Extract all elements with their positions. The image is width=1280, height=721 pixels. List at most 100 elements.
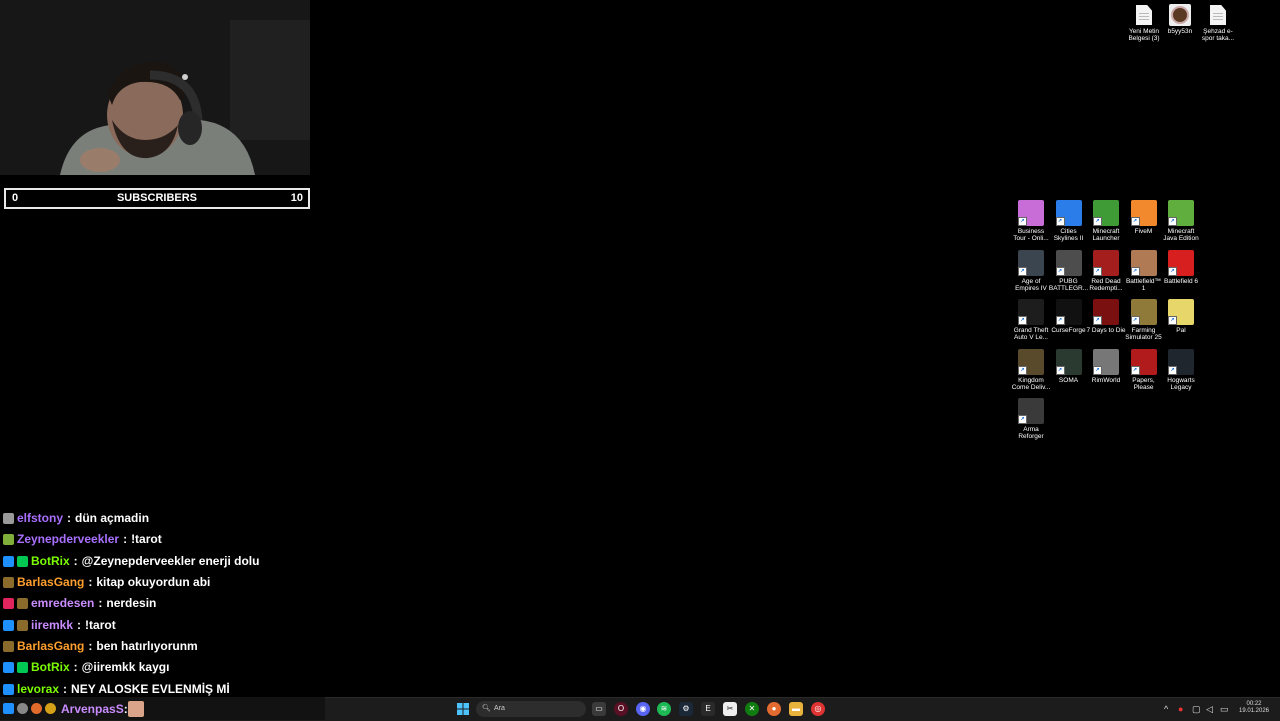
desktop-app-pal[interactable]: ↗ Pal (1161, 299, 1201, 334)
desktop-app-seven-days[interactable]: ↗ 7 Days to Die (1086, 299, 1126, 334)
epic-games-icon[interactable]: E (701, 702, 715, 716)
recording-app-icon[interactable]: ◎ (811, 702, 825, 716)
shortcut-arrow-icon: ↗ (1093, 316, 1102, 325)
desktop-file-label: Yeni Metin Belgesi (3) (1128, 28, 1160, 42)
desktop-app-rimworld[interactable]: ↗ RimWorld (1086, 348, 1126, 384)
desktop-app-age-of-empires[interactable]: ↗ Age of Empires IV (1011, 249, 1051, 292)
chat-text: @iiremkk kaygı (81, 660, 170, 675)
desktop-app-label: Cities Skylines II (1053, 228, 1084, 242)
chat-separator: : (67, 511, 72, 526)
chat-separator: : (98, 596, 103, 611)
chat-overlay: elfstony: dün açmadin Zeynepderveekler: !ta… (0, 508, 420, 700)
image-file-icon (1169, 4, 1191, 26)
minecraft-launcher-icon: ↗ (1093, 200, 1119, 226)
volume-icon[interactable]: ◁ (1206, 703, 1213, 715)
battlefield-6-icon: ↗ (1168, 249, 1194, 276)
desktop-app-hogwarts-legacy[interactable]: ↗ Hogwarts Legacy (1161, 348, 1201, 391)
task-view-icon[interactable]: ▭ (592, 702, 606, 716)
desktop-app-fivem[interactable]: ↗ FiveM (1124, 200, 1164, 235)
desktop-file-b5yy53n[interactable]: b5yy53n (1160, 4, 1200, 35)
chat-username: iiremkk (31, 617, 74, 632)
desktop-app-label: Battlefield 6 (1164, 277, 1198, 285)
desktop-app-cities-skylines[interactable]: ↗ Cities Skylines II (1049, 200, 1089, 242)
shortcut-arrow-icon: ↗ (1168, 365, 1177, 375)
age-of-empires-icon: ↗ (1018, 249, 1044, 276)
emote-icon (127, 700, 144, 717)
desktop-app-minecraft-java[interactable]: ↗ Minecraft Java Edition (1161, 200, 1201, 242)
minecraft-java-icon: ↗ (1168, 200, 1194, 226)
desktop-app-label: Business Tour - Onli... (1013, 228, 1049, 242)
chat-badge-icon (3, 662, 14, 674)
desktop-app-gta-v[interactable]: ↗ Grand Theft Auto V Le... (1011, 299, 1051, 341)
shortcut-arrow-icon: ↗ (1055, 365, 1065, 375)
discord-icon[interactable]: ◉ (636, 702, 650, 716)
shortcut-arrow-icon: ↗ (1130, 266, 1140, 276)
shortcut-arrow-icon: ↗ (1093, 365, 1102, 375)
chat-message: elfstony: dün açmadin (0, 508, 420, 529)
file-explorer-icon[interactable]: ▬ (789, 702, 803, 716)
desktop-app-label: Kingdom Come Deliv... (1011, 376, 1051, 391)
shortcut-arrow-icon: ↗ (1018, 316, 1027, 325)
shortcut-arrow-icon: ↗ (1130, 316, 1140, 325)
desktop-app-label: Papers, Please (1132, 376, 1155, 391)
chat-username: elfstony (17, 511, 64, 526)
desktop-app-kingdom-come[interactable]: ↗ Kingdom Come Deliv... (1011, 348, 1051, 391)
xbox-icon[interactable]: ✕ (745, 702, 759, 716)
battery-icon[interactable]: ▭ (1220, 703, 1229, 715)
arma-reforger-icon: ↗ (1018, 398, 1044, 424)
desktop-app-battlefield-6[interactable]: ↗ Battlefield 6 (1161, 249, 1201, 285)
spotify-icon[interactable]: ≋ (657, 702, 671, 716)
fivem-icon: ↗ (1130, 200, 1157, 226)
desktop-app-red-dead[interactable]: ↗ Red Dead Redempti... (1086, 249, 1126, 292)
desktop-app-arma-reforger[interactable]: ↗ Arma Reforger (1011, 398, 1051, 440)
desktop-app-label: 7 Days to Die (1086, 327, 1126, 334)
chat-badge-icon (17, 555, 28, 567)
taskbar-search[interactable]: 🔍︎ Ara (476, 701, 586, 717)
chat-message: BotRix: @iiremkk kaygı (0, 657, 420, 678)
desktop-app-label: Age of Empires IV (1015, 277, 1047, 292)
streamer-webcam-image (0, 0, 310, 175)
desktop-app-label: Hogwarts Legacy (1167, 376, 1195, 391)
hogwarts-legacy-icon: ↗ (1168, 348, 1194, 375)
network-icon[interactable]: ▢ (1192, 703, 1201, 715)
seven-days-icon: ↗ (1093, 299, 1119, 325)
desktop-app-battlefield-1[interactable]: ↗ Battlefield™ 1 (1124, 249, 1164, 292)
search-placeholder: Ara (494, 705, 505, 712)
microphone-icon[interactable]: ● (1178, 703, 1183, 715)
desktop-app-pubg[interactable]: ↗ PUBG BATTLEGR... (1049, 249, 1089, 292)
desktop-app-minecraft-launcher[interactable]: ↗ Minecraft Launcher (1086, 200, 1126, 242)
text-file-icon (1136, 5, 1152, 25)
chat-badge-icon (17, 703, 28, 714)
farming-simulator-icon: ↗ (1130, 299, 1157, 325)
desktop-file-yeni-metin[interactable]: Yeni Metin Belgesi (3) (1124, 4, 1164, 42)
desktop-app-curseforge[interactable]: ↗ CurseForge (1049, 299, 1089, 334)
chevron-up-icon[interactable]: ^ (1164, 703, 1168, 715)
webcam-overlay (0, 0, 310, 175)
chat-badge-icon (17, 662, 28, 674)
steam-icon[interactable]: ⚙ (679, 702, 693, 716)
shortcut-arrow-icon: ↗ (1018, 415, 1027, 424)
chat-separator: : (88, 638, 93, 653)
shortcut-arrow-icon: ↗ (1018, 217, 1027, 226)
chat-separator: : (73, 553, 78, 568)
windows-start-icon[interactable] (456, 702, 470, 716)
opera-gx-icon[interactable]: O (614, 702, 628, 716)
shortcut-arrow-icon: ↗ (1168, 316, 1177, 325)
desktop-app-soma[interactable]: ↗ SOMA (1049, 348, 1089, 384)
search-icon: 🔍︎ (482, 705, 491, 712)
chat-separator: : (77, 617, 82, 632)
subscriber-label: SUBSCRIBERS (116, 192, 198, 204)
capcut-icon[interactable]: ✂ (723, 702, 737, 716)
desktop-app-farming-simulator[interactable]: ↗ Farming Simulator 25 (1124, 299, 1164, 341)
desktop-app-papers-please[interactable]: ↗ Papers, Please (1124, 348, 1164, 391)
obs-icon[interactable]: ● (767, 702, 781, 716)
desktop-app-business-tour[interactable]: ↗ Business Tour - Onli... (1011, 200, 1051, 242)
chat-text: kitap okuyordun abi (96, 575, 211, 590)
desktop-app-label: RimWorld (1091, 376, 1121, 384)
shortcut-arrow-icon: ↗ (1055, 316, 1065, 325)
chat-username: ArvenpasS (61, 701, 124, 716)
desktop-app-label: Arma Reforger (1018, 426, 1044, 440)
chat-badge-icon (31, 703, 42, 714)
clock[interactable]: 00:22 19.01.2026 (1234, 701, 1274, 715)
desktop-file-sehzad[interactable]: Şehzad e-spor taka... (1198, 4, 1238, 42)
